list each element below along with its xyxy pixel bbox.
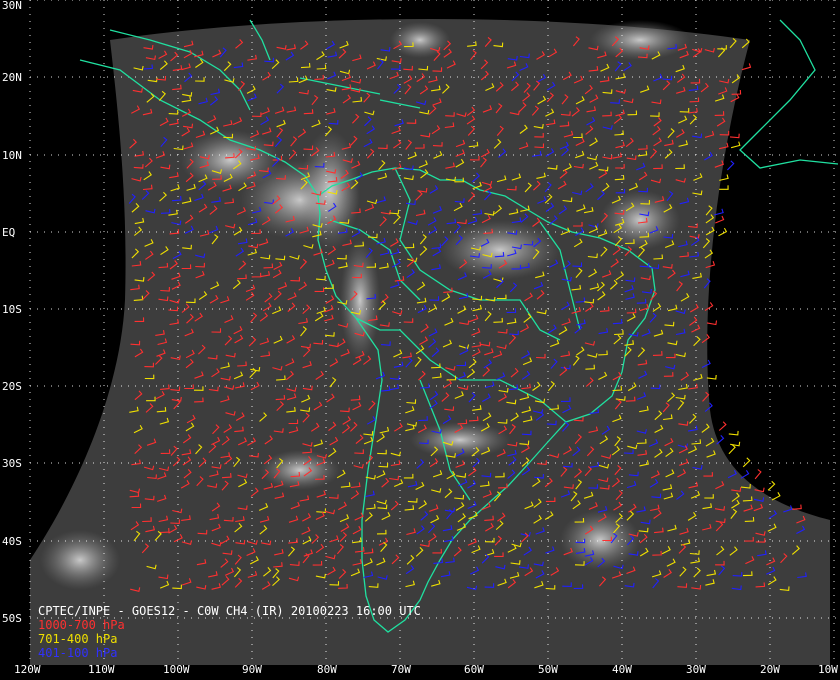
lon-label-100w: 100W [163, 663, 190, 676]
wind-barb [767, 480, 776, 491]
wind-barb [719, 185, 729, 190]
lon-label-110w: 110W [88, 663, 115, 676]
coastline-path [739, 19, 839, 169]
cloud-patch [180, 130, 280, 190]
lon-label-10w: 10W [818, 663, 838, 676]
lat-label-30s: 30S [2, 457, 22, 470]
wind-barb [727, 160, 735, 171]
cloud-patch [40, 530, 120, 590]
lat-label-10s: 10S [2, 303, 22, 316]
lon-label-20w: 20W [760, 663, 780, 676]
lon-label-50w: 50W [538, 663, 558, 676]
image-caption: CPTEC/INPE - GOES12 - C0W CH4 (IR) 20100… [38, 604, 421, 618]
wind-barb [729, 133, 740, 139]
lon-label-70w: 70W [391, 663, 411, 676]
lon-label-60w: 60W [464, 663, 484, 676]
lat-label-eq: EQ [2, 226, 16, 239]
satellite-wind-map: 30N 20N 10N EQ 10S 20S 30S 40S 50S 120W … [0, 0, 840, 680]
wind-barb [718, 227, 728, 237]
cloud-patch [410, 422, 510, 458]
wind-barb [718, 421, 727, 431]
wind-barb [728, 430, 739, 436]
lon-label-40w: 40W [612, 663, 632, 676]
lat-label-10n: 10N [2, 149, 22, 162]
wind-barb [771, 492, 781, 501]
cloud-patch [300, 130, 360, 250]
lat-label-20s: 20S [2, 380, 22, 393]
lon-label-30w: 30W [686, 663, 706, 676]
cloud-patch [390, 22, 450, 58]
wind-barb [740, 470, 750, 479]
satellite-image-footprint [30, 19, 830, 665]
wind-barb [730, 141, 741, 149]
wind-barb [715, 215, 725, 224]
lon-label-80w: 80W [317, 663, 337, 676]
legend-high-level: 401-100 hPa [38, 646, 118, 660]
wind-barb [754, 469, 762, 480]
wind-barb [728, 444, 736, 455]
wind-barb [706, 374, 717, 380]
lon-label-120w: 120W [14, 663, 41, 676]
lat-label-20n: 20N [2, 71, 22, 84]
legend-low-level: 1000-700 hPa [38, 618, 125, 632]
map-canvas [29, 0, 840, 665]
wind-barb [742, 457, 751, 468]
lon-label-90w: 90W [242, 663, 262, 676]
lat-label-40s: 40S [2, 535, 22, 548]
wind-barb [730, 441, 741, 447]
wind-barb [716, 435, 725, 445]
lat-label-50s: 50S [2, 612, 22, 625]
lat-label-30n: 30N [2, 0, 22, 12]
legend-mid-level: 701-400 hPa [38, 632, 118, 646]
wind-barb [706, 320, 718, 326]
